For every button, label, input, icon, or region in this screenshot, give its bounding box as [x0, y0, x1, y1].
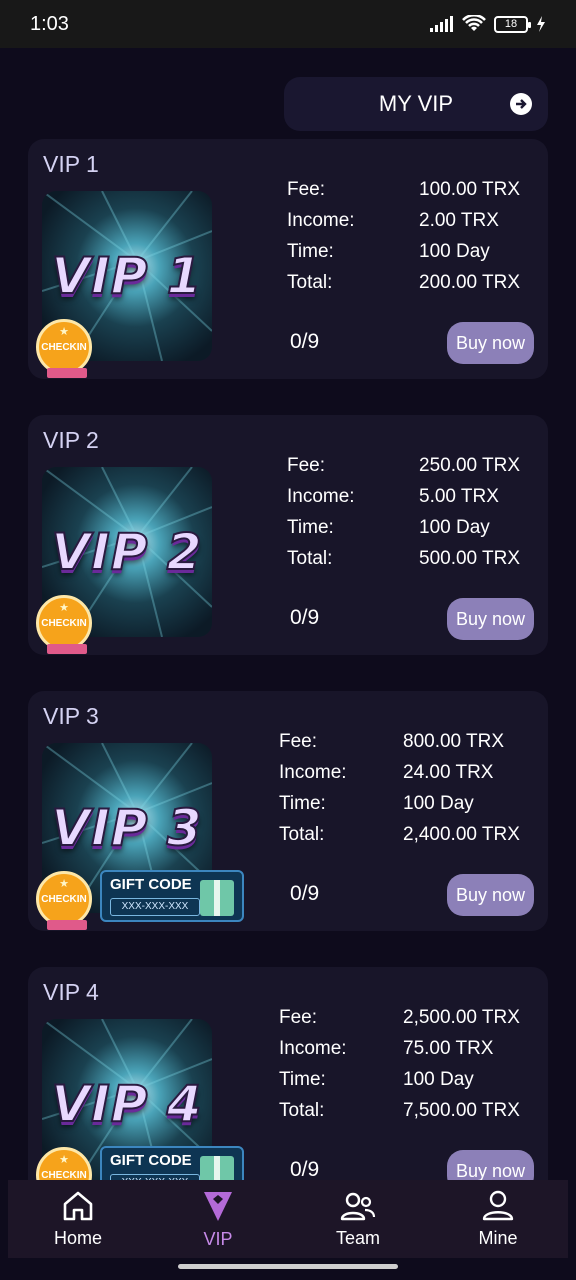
vip-title: VIP 3: [43, 703, 99, 729]
buy-now-button[interactable]: Buy now: [447, 322, 534, 364]
nav-mine[interactable]: Mine: [443, 1190, 553, 1249]
total-label: Total:: [279, 1100, 325, 1121]
fee-value: 2,500.00 TRX: [403, 1007, 520, 1028]
gift-box-icon: [200, 880, 234, 916]
total-label: Total:: [287, 548, 333, 569]
fee-label: Fee:: [279, 731, 318, 752]
vip-title: VIP 1: [43, 151, 99, 177]
user-icon: [482, 1190, 514, 1220]
my-vip-button[interactable]: MY VIP: [284, 77, 548, 131]
wifi-icon: [462, 15, 486, 31]
nav-home[interactable]: Home: [23, 1190, 133, 1249]
gift-code-value: XXX-XXX-XXX: [110, 898, 200, 916]
fee-label: Fee:: [287, 455, 326, 476]
income-label: Income:: [279, 1038, 347, 1059]
team-icon: [340, 1192, 376, 1220]
nav-team-label: Team: [335, 1227, 380, 1248]
checkin-label: CHECKIN: [41, 893, 87, 905]
fee-label: Fee:: [287, 179, 326, 200]
purchase-progress: 0/9: [290, 1158, 320, 1181]
star-icon: ★: [59, 326, 69, 338]
gift-code-title: GIFT CODE: [110, 876, 192, 893]
income-value: 2.00 TRX: [419, 210, 499, 231]
purchase-progress: 0/9: [290, 882, 320, 905]
vip-title: VIP 4: [43, 979, 99, 1005]
fee-value: 800.00 TRX: [403, 731, 505, 752]
total-label: Total:: [287, 272, 333, 293]
time-value: 100 Day: [403, 793, 474, 814]
bottom-nav: Home VIP Team Mine: [8, 1180, 568, 1258]
checkin-badge: ★ CHECKIN: [36, 871, 92, 930]
nav-home-label: Home: [53, 1227, 102, 1248]
income-value: 75.00 TRX: [403, 1038, 494, 1059]
vip-image-text: VIP 4: [50, 1074, 203, 1134]
checkin-label: CHECKIN: [41, 617, 87, 629]
vip-image-text: VIP 1: [50, 246, 203, 306]
fee-value: 100.00 TRX: [419, 179, 521, 200]
vip-card: VIP 1 VIP 1 ★ CHECKIN Fee: 100.00 TRX In…: [28, 139, 548, 379]
total-value: 7,500.00 TRX: [403, 1100, 520, 1121]
total-value: 2,400.00 TRX: [403, 824, 520, 845]
nav-mine-label: Mine: [478, 1227, 518, 1248]
fee-label: Fee:: [279, 1007, 318, 1028]
status-time: 1:03: [30, 12, 69, 35]
buy-now-button[interactable]: Buy now: [447, 874, 534, 916]
income-label: Income:: [287, 210, 355, 231]
time-value: 100 Day: [419, 517, 490, 538]
total-value: 500.00 TRX: [419, 548, 521, 569]
star-icon: ★: [59, 878, 69, 890]
time-label: Time:: [279, 1069, 326, 1090]
battery-icon: 18: [494, 15, 531, 33]
gift-code-title: GIFT CODE: [110, 1152, 192, 1169]
fee-value: 250.00 TRX: [419, 455, 521, 476]
star-icon: ★: [59, 1154, 69, 1166]
purchase-progress: 0/9: [290, 606, 320, 629]
total-label: Total:: [279, 824, 325, 845]
signal-icon: [430, 16, 453, 32]
checkin-label: CHECKIN: [41, 1169, 87, 1181]
income-label: Income:: [287, 486, 355, 507]
income-value: 5.00 TRX: [419, 486, 499, 507]
purchase-progress: 0/9: [290, 330, 320, 353]
star-icon: ★: [59, 602, 69, 614]
my-vip-label: MY VIP: [378, 91, 454, 116]
income-label: Income:: [279, 762, 347, 783]
vip-card: VIP 3 VIP 3 ★ CHECKIN GIFT CODE XXX-XXX-…: [28, 691, 548, 931]
time-label: Time:: [287, 517, 334, 538]
vip-title: VIP 2: [43, 427, 99, 453]
vip-image-text: VIP 2: [50, 522, 203, 582]
vip-card: VIP 4 VIP 4 ★ CHECKIN GIFT CODE XXX-XXX-…: [28, 967, 548, 1207]
status-icons: 18: [430, 15, 546, 33]
home-indicator: [178, 1264, 398, 1269]
ribbon-icon: [47, 920, 87, 930]
nav-team[interactable]: Team: [303, 1190, 413, 1249]
nav-vip-label: VIP: [203, 1228, 233, 1249]
home-icon: [63, 1191, 93, 1220]
gift-code-badge: GIFT CODE XXX-XXX-XXX: [100, 870, 244, 922]
vip-card: VIP 2 VIP 2 ★ CHECKIN Fee: 250.00 TRX In…: [28, 415, 548, 655]
vip-image-text: VIP 3: [50, 798, 203, 858]
checkin-badge: ★ CHECKIN: [36, 595, 92, 654]
income-value: 24.00 TRX: [403, 762, 494, 783]
time-label: Time:: [279, 793, 326, 814]
ribbon-icon: [47, 368, 87, 378]
ribbon-icon: [47, 644, 87, 654]
total-value: 200.00 TRX: [419, 272, 521, 293]
charging-icon: [537, 16, 545, 32]
vip-diamond-icon: [204, 1191, 232, 1221]
arrow-right-icon: [510, 93, 532, 115]
checkin-badge: ★ CHECKIN: [36, 319, 92, 378]
buy-now-button[interactable]: Buy now: [447, 598, 534, 640]
status-bar: 1:03 18: [0, 0, 576, 48]
checkin-label: CHECKIN: [41, 341, 87, 353]
time-value: 100 Day: [419, 241, 490, 262]
nav-vip[interactable]: VIP: [163, 1189, 273, 1250]
time-value: 100 Day: [403, 1069, 474, 1090]
time-label: Time:: [287, 241, 334, 262]
